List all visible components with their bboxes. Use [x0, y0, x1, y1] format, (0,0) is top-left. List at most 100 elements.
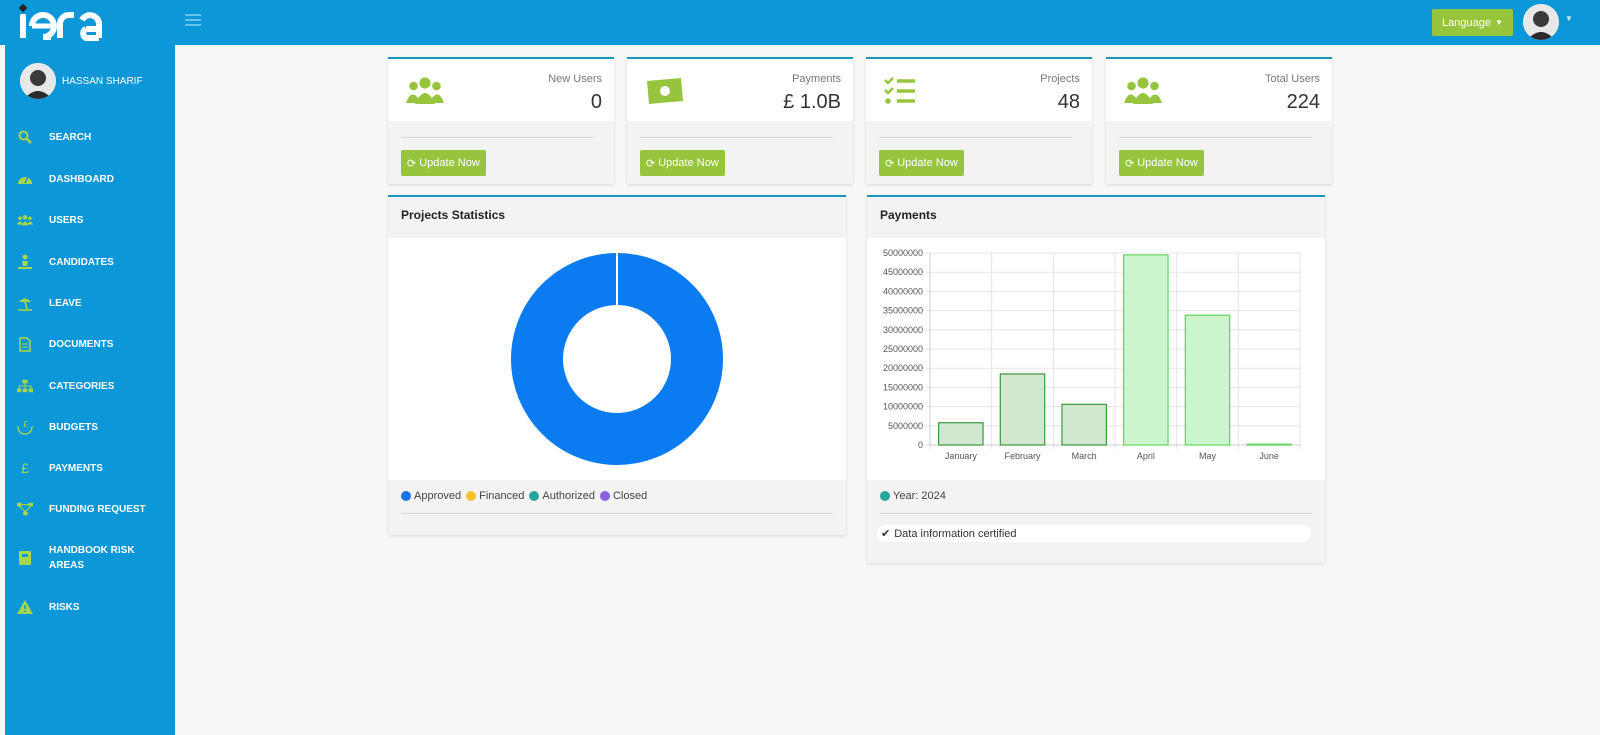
bar-june[interactable]: [1246, 443, 1292, 446]
stat-title: Payments: [792, 73, 841, 85]
language-label: Language: [1442, 16, 1491, 29]
checklist-icon: [884, 77, 915, 104]
iera-logo[interactable]: [14, 2, 124, 42]
sidebar-item-label: CATEGORIES: [49, 380, 115, 392]
y-tick-label: 25000000: [883, 344, 923, 354]
y-tick-label: 5000000: [888, 421, 923, 431]
update-now-button[interactable]: ⟳ Update Now: [1119, 150, 1204, 176]
caret-down-icon: ▼: [1494, 18, 1503, 27]
projects-legend: Approved Financed Authorized Closed: [401, 490, 652, 502]
legend-item-approved[interactable]: Approved: [401, 490, 461, 502]
refresh-icon: ⟳: [407, 157, 417, 170]
sidebar-item-label: PAYMENTS: [49, 462, 103, 474]
stat-value: 224: [1286, 91, 1320, 113]
sidebar-item-risks[interactable]: RISKS: [17, 599, 167, 615]
sidebar-item-dashboard[interactable]: DASHBOARD: [17, 171, 167, 187]
legend-label: Year: 2024: [893, 490, 946, 502]
x-tick-label: April: [1137, 451, 1155, 461]
legend-label: Approved: [414, 490, 462, 502]
divider: [401, 513, 833, 514]
sidebar-item-label: LEAVE: [49, 297, 82, 309]
stat-card-new-users: New Users 0 ⟳ Update Now: [388, 57, 614, 184]
stat-card-total-users: Total Users 224 ⟳ Update Now: [1106, 57, 1332, 184]
sidebar-item-budgets[interactable]: £ BUDGETS: [17, 419, 167, 435]
pie-slice-approved[interactable]: [511, 253, 723, 465]
pound-icon: £: [21, 460, 29, 476]
y-tick-label: 0: [918, 440, 923, 450]
profile-avatar: [20, 63, 56, 99]
payments-bar-chart: 0 5000000 10000000 15000000 20000000 25000000…: [883, 248, 1301, 461]
sidebar-item-categories[interactable]: CATEGORIES: [17, 378, 167, 394]
stat-card-payments: Payments £ 1.0B ⟳ Update Now: [627, 57, 853, 184]
payments-legend: Year: 2024: [880, 490, 951, 502]
legend-label: Closed: [612, 490, 648, 502]
stat-title: New Users: [548, 73, 602, 85]
update-now-button[interactable]: ⟳ Update Now: [879, 150, 964, 176]
bar-may[interactable]: [1184, 314, 1231, 446]
bar-february[interactable]: [999, 373, 1046, 446]
update-now-button[interactable]: ⟳ Update Now: [401, 150, 486, 176]
top-bar: Language ▼ ▼: [0, 0, 1600, 45]
users-icon: [1124, 77, 1162, 104]
sidebar-item-documents[interactable]: DOCUMENTS: [17, 336, 167, 352]
legend-item-year[interactable]: Year: 2024: [880, 490, 946, 502]
sidebar-item-payments[interactable]: £ PAYMENTS: [17, 460, 167, 476]
user-menu-caret-icon[interactable]: ▼: [1565, 14, 1573, 23]
update-now-button[interactable]: ⟳ Update Now: [640, 150, 725, 176]
legend-item-financed[interactable]: Financed: [466, 490, 524, 502]
divider: [880, 513, 1312, 514]
payments-panel: Payments 0 5000000 10000000 15000000 2000000…: [867, 195, 1325, 563]
panel-title: Projects Statistics: [401, 208, 506, 222]
refresh-icon: ⟳: [885, 157, 895, 170]
dashboard-icon: [17, 171, 33, 187]
y-tick-label: 40000000: [883, 286, 923, 296]
bar-march[interactable]: [1061, 403, 1107, 446]
bar-april[interactable]: [1123, 254, 1169, 446]
user-avatar[interactable]: [1523, 4, 1559, 40]
sidebar-profile[interactable]: HASSAN SHARIF: [20, 63, 143, 99]
y-tick-label: 35000000: [883, 306, 923, 316]
profile-name: HASSAN SHARIF: [62, 75, 143, 87]
handbook-icon: [17, 550, 33, 566]
divider: [1119, 137, 1312, 138]
funding-network-icon: [17, 501, 33, 517]
x-tick-label: June: [1259, 451, 1279, 461]
y-tick-label: 45000000: [883, 267, 923, 277]
sidebar-item-candidates[interactable]: CANDIDATES: [17, 254, 167, 270]
stat-value: 0: [590, 91, 602, 113]
language-dropdown-button[interactable]: Language ▼: [1432, 9, 1513, 36]
update-label: Update Now: [897, 157, 958, 169]
sidebar-item-search[interactable]: SEARCH: [17, 129, 167, 145]
bar-january[interactable]: [938, 422, 984, 446]
svg-text:£: £: [23, 420, 28, 429]
divider: [401, 137, 594, 138]
x-tick-label: May: [1199, 451, 1217, 461]
sidebar-item-label: FUNDING REQUEST: [49, 503, 146, 515]
update-label: Update Now: [658, 157, 719, 169]
sidebar-item-handbook-risk-areas[interactable]: HANDBOOK RISK AREAS: [17, 543, 167, 573]
users-icon: [406, 77, 444, 104]
refresh-icon: ⟳: [1125, 157, 1135, 170]
payments-chart-area: 0 5000000 10000000 15000000 20000000 25000000…: [867, 238, 1325, 480]
sidebar-item-label: BUDGETS: [49, 421, 98, 433]
warning-icon: [17, 599, 33, 615]
sidebar-item-users[interactable]: USERS: [17, 212, 167, 228]
menu-toggle-icon[interactable]: [185, 14, 201, 28]
legend-dot: [529, 491, 540, 501]
sidebar-item-label: RISKS: [49, 601, 80, 613]
projects-statistics-panel: Projects Statistics Approved Financed Au…: [388, 195, 846, 535]
sidebar-item-leave[interactable]: LEAVE: [17, 295, 167, 311]
x-tick-label: January: [945, 451, 978, 461]
projects-donut-chart: [511, 253, 723, 465]
legend-item-closed[interactable]: Closed: [599, 490, 648, 502]
legend-label: Authorized: [542, 490, 595, 502]
sidebar-item-label: DASHBOARD: [49, 173, 114, 185]
stat-title: Total Users: [1264, 73, 1320, 85]
y-tick-label: 15000000: [883, 382, 923, 392]
y-tick-label: 30000000: [883, 325, 923, 335]
sidebar: HASSAN SHARIF SEARCH DASHBOARD USERS CAN…: [5, 45, 175, 735]
sitemap-icon: [17, 378, 33, 394]
stat-title: Projects: [1040, 73, 1080, 85]
sidebar-item-funding-request[interactable]: FUNDING REQUEST: [17, 501, 167, 517]
legend-item-authorized[interactable]: Authorized: [529, 490, 595, 502]
